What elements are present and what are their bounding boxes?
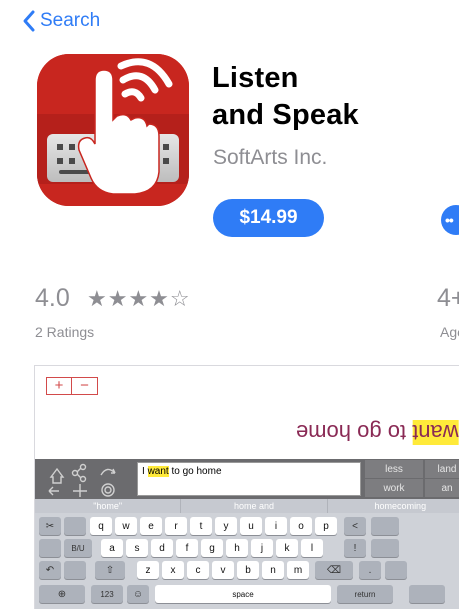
backspace-key[interactable]: ⌫	[315, 561, 353, 579]
key-h[interactable]: h	[226, 539, 248, 557]
key-o[interactable]: o	[290, 517, 312, 535]
input-suffix: to go home	[168, 466, 222, 477]
key-d[interactable]: d	[151, 539, 173, 557]
key-q[interactable]: q	[90, 517, 112, 535]
suggestion-item[interactable]: home and	[181, 499, 328, 513]
app-icon	[37, 54, 189, 206]
shift-key[interactable]: ⇧	[95, 561, 125, 579]
quicktype-bar: "home" home and homecoming	[35, 499, 459, 513]
prediction-item[interactable]: an	[425, 479, 459, 497]
key-z[interactable]: z	[137, 561, 159, 579]
key-w[interactable]: w	[115, 517, 137, 535]
extra-key[interactable]	[371, 517, 399, 535]
bold-italic-key[interactable]: B/U	[64, 539, 92, 557]
screenshot-preview[interactable]: + − want to go home I want to go home le…	[34, 365, 459, 609]
key-u[interactable]: u	[240, 517, 262, 535]
keyboard-row-2: B/U a s d f g h j k l !	[35, 539, 459, 557]
extra-key[interactable]	[371, 539, 399, 557]
prediction-item[interactable]: land	[425, 460, 459, 478]
flipped-display-text: want to go home	[296, 419, 459, 445]
app-title-line1: Listen	[212, 62, 299, 94]
key-j[interactable]: j	[251, 539, 273, 557]
key-t[interactable]: t	[190, 517, 212, 535]
key-b[interactable]: b	[237, 561, 259, 579]
back-button[interactable]: Search	[22, 8, 100, 34]
key-f[interactable]: f	[176, 539, 198, 557]
key-s[interactable]: s	[126, 539, 148, 557]
rating-score: 4.0	[35, 284, 70, 312]
undo-key[interactable]: ↶	[39, 561, 61, 579]
chevron-left-icon	[23, 10, 35, 32]
key-y[interactable]: y	[215, 517, 237, 535]
copy-key[interactable]	[64, 517, 86, 535]
numbers-key[interactable]: 123	[91, 585, 123, 603]
key-i[interactable]: i	[265, 517, 287, 535]
prediction-item[interactable]: work	[365, 479, 423, 497]
rating-stars: ★★★★☆	[87, 286, 191, 311]
key-a[interactable]: a	[101, 539, 123, 557]
keyboard-row-1: ✂ q w e r t y u i o p <	[35, 517, 459, 535]
more-button[interactable]: ••	[441, 205, 459, 235]
developer-name[interactable]: SoftArts Inc.	[213, 146, 327, 170]
globe-key[interactable]: ⊕	[39, 585, 85, 603]
suggestion-item[interactable]: "home"	[35, 499, 182, 513]
tool-icons	[48, 463, 116, 497]
keyboard-row-4: ⊕ 123 ☺ space return	[35, 585, 459, 603]
exclaim-key[interactable]: !	[344, 539, 366, 557]
left-arrow-key[interactable]: <	[344, 517, 366, 535]
price-button[interactable]: $14.99	[213, 199, 324, 237]
app-title: Listen and Speak	[212, 60, 359, 134]
key-v[interactable]: v	[212, 561, 234, 579]
return-key[interactable]: return	[337, 585, 393, 603]
key-e[interactable]: e	[140, 517, 162, 535]
age-rating-value: 4+	[437, 284, 459, 312]
key-l[interactable]: l	[301, 539, 323, 557]
speech-input-field[interactable]: I want to go home	[137, 462, 361, 496]
extra-key[interactable]	[385, 561, 407, 579]
zoom-controls: + −	[46, 377, 98, 395]
app-title-line2: and Speak	[212, 99, 359, 131]
key-g[interactable]: g	[201, 539, 223, 557]
key-x[interactable]: x	[162, 561, 184, 579]
key-k[interactable]: k	[276, 539, 298, 557]
space-key[interactable]: space	[155, 585, 331, 603]
cut-key[interactable]: ✂	[39, 517, 61, 535]
prediction-item[interactable]: less	[365, 460, 423, 478]
suggestion-item[interactable]: homecoming	[328, 499, 459, 513]
zoom-out-button[interactable]: −	[72, 377, 98, 395]
word-predictions: less land work an	[365, 460, 459, 498]
keyboard-row-3: ↶ ⇧ z x c v b n m ⌫ .	[35, 561, 459, 579]
age-rating-label: Age	[440, 324, 459, 340]
flipped-highlight: want	[412, 420, 459, 445]
key-p[interactable]: p	[315, 517, 337, 535]
key-n[interactable]: n	[262, 561, 284, 579]
input-prefix: I	[142, 466, 148, 477]
key-c[interactable]: c	[187, 561, 209, 579]
key-m[interactable]: m	[287, 561, 309, 579]
paste-key[interactable]	[39, 539, 61, 557]
emoji-key[interactable]: ☺	[127, 585, 149, 603]
period-key[interactable]: .	[359, 561, 381, 579]
back-label: Search	[40, 10, 101, 31]
mic-key[interactable]	[64, 561, 86, 579]
zoom-in-button[interactable]: +	[46, 377, 72, 395]
rating-count: 2 Ratings	[35, 324, 95, 340]
dismiss-keyboard-key[interactable]	[409, 585, 445, 603]
flipped-rest: to go home	[296, 420, 413, 445]
keyboard: ✂ q w e r t y u i o p < B/U a s d f g h …	[35, 513, 459, 609]
key-r[interactable]: r	[165, 517, 187, 535]
input-highlight: want	[147, 466, 169, 477]
